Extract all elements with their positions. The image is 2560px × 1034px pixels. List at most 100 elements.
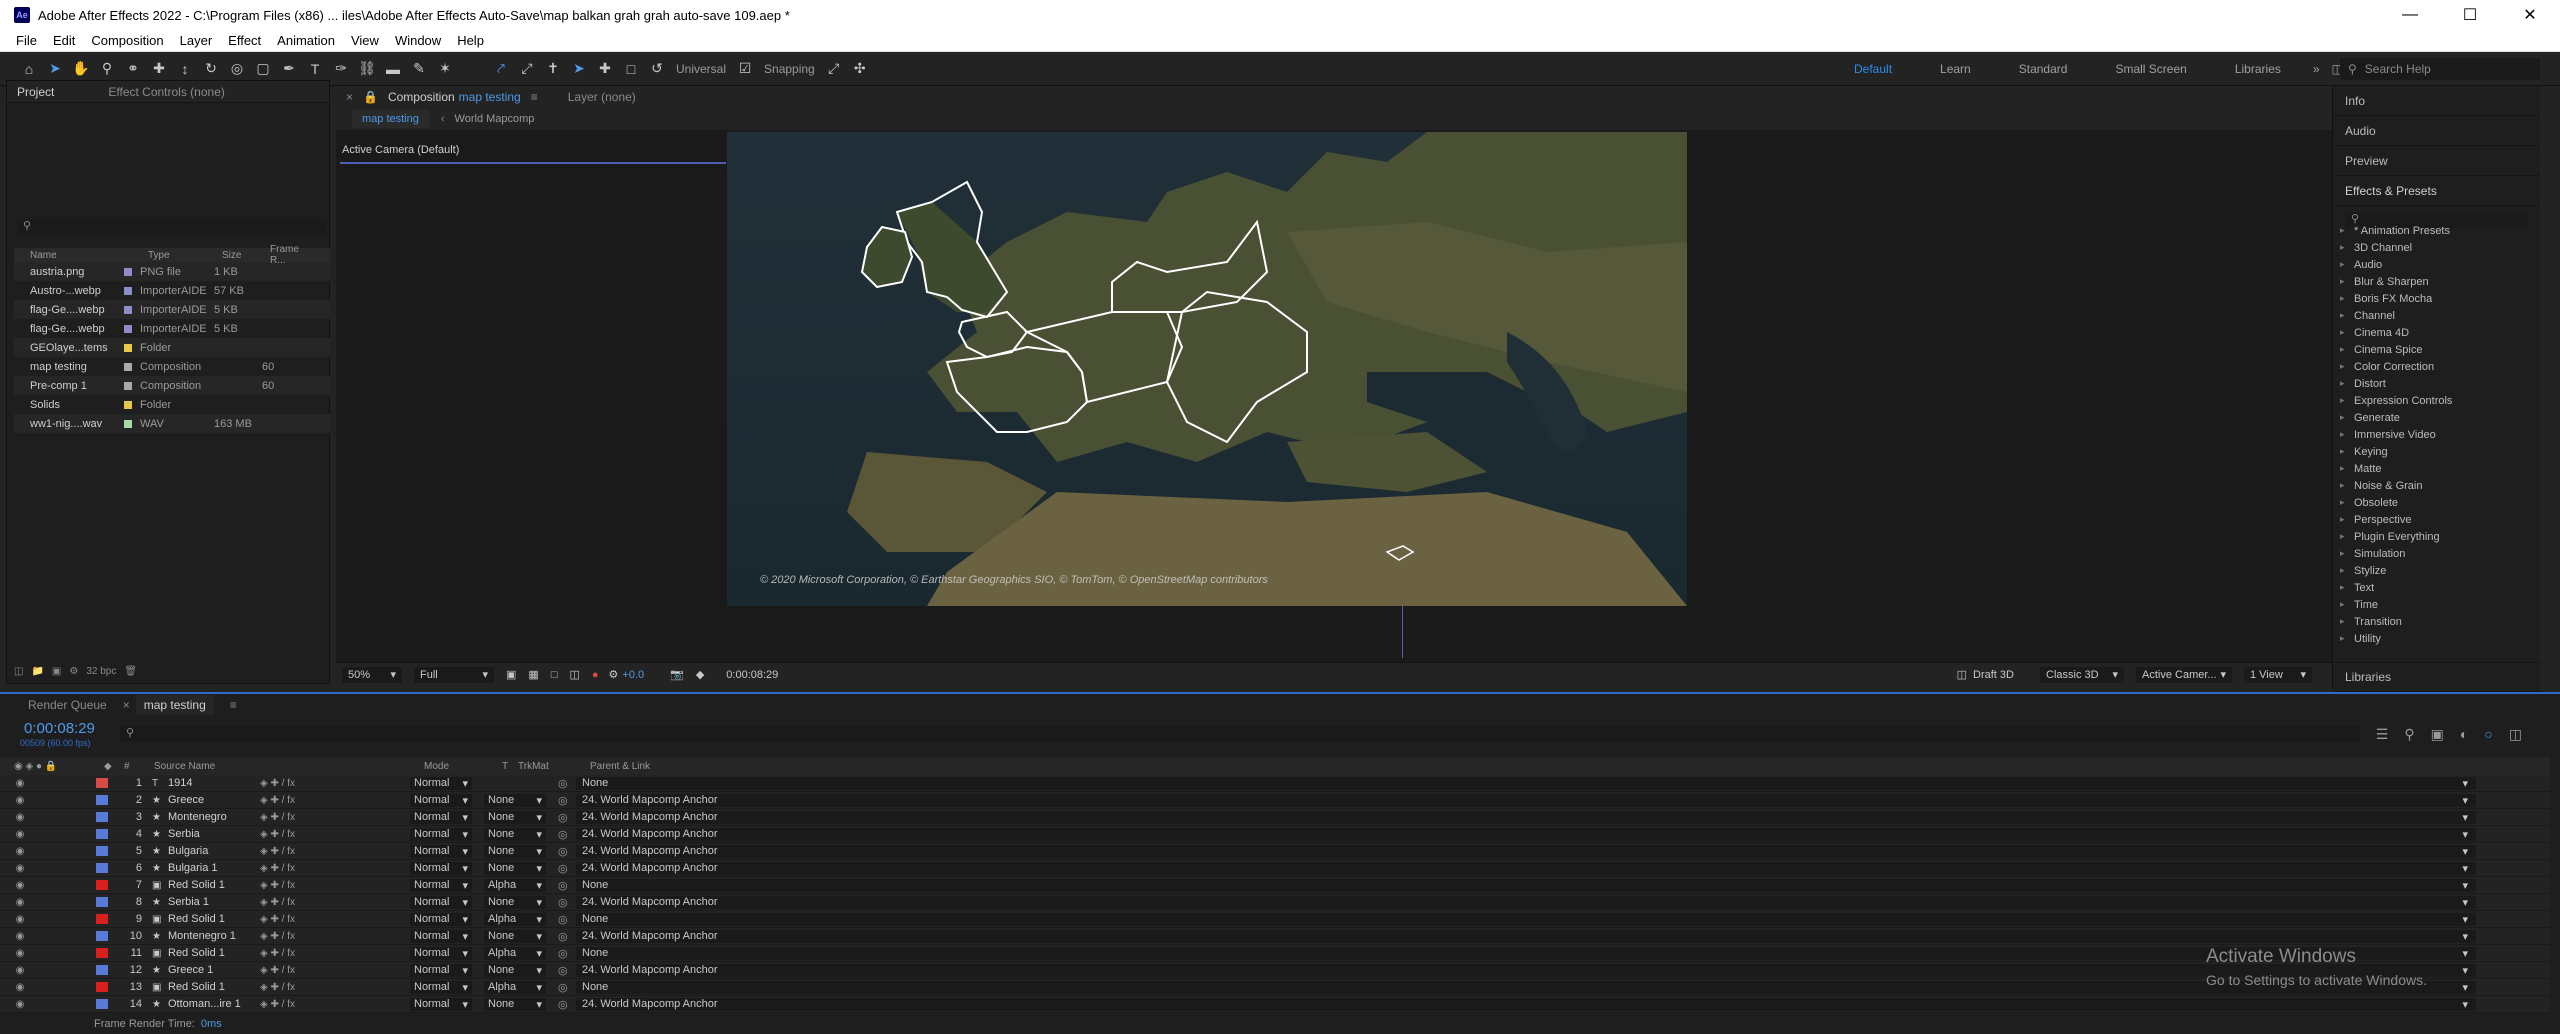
viewer-timecode[interactable]: 0:00:08:29 (726, 669, 778, 681)
mask-visibility-icon[interactable]: □ (551, 669, 558, 681)
layer-row[interactable]: ◉ 4 ★ Serbia ◈ ✚ / fx Normal ▾ None ▾ ◎ 24. World … (0, 826, 2550, 843)
label-color-swatch[interactable] (124, 419, 132, 428)
effects-category[interactable]: ▸ Immersive Video (2340, 426, 2540, 443)
layer-source-name[interactable]: Red Solid 1 (168, 981, 260, 993)
effects-category[interactable]: ▸ * Animation Presets (2340, 222, 2540, 239)
new-composition-icon[interactable]: ▣ (52, 666, 61, 677)
snapping-checkbox-icon[interactable]: ☑ (734, 58, 756, 80)
tab-composition-name[interactable]: map testing (459, 90, 521, 104)
menu-file[interactable]: File (16, 33, 37, 48)
menu-window[interactable]: Window (395, 33, 441, 48)
effects-category[interactable]: ▸ Obsolete (2340, 494, 2540, 511)
pick-whip-icon[interactable]: ◎ (558, 777, 576, 790)
layer-label-color[interactable] (96, 999, 108, 1009)
effects-category[interactable]: ▸ Expression Controls (2340, 392, 2540, 409)
visibility-eye-icon[interactable]: ◉ (12, 914, 28, 925)
dolly-camera-icon[interactable]: ↕ (174, 58, 196, 80)
parent-link-select[interactable]: 24. World Mapcomp Anchor ▾ (576, 810, 2476, 824)
visibility-eye-icon[interactable]: ◉ (12, 795, 28, 806)
pick-whip-icon[interactable]: ◎ (558, 981, 576, 994)
snapshot-icon[interactable]: 📷 (670, 668, 684, 681)
view-axis-mode-icon[interactable]: ✝ (542, 58, 564, 80)
audio-panel[interactable]: Audio (2333, 116, 2540, 146)
libraries-panel[interactable]: Libraries (2333, 662, 2541, 692)
col-frame-rate[interactable]: Frame R... (270, 244, 310, 266)
maximize-button[interactable]: ☐ (2440, 0, 2500, 30)
parent-link-select[interactable]: None ▾ (576, 980, 2476, 994)
layer-switches-icon[interactable]: ◈ ✚ / fx (260, 914, 410, 925)
track-matte-select[interactable]: None ▾ (484, 929, 546, 943)
renderer-select[interactable]: Classic 3D ▾ (2040, 666, 2124, 683)
project-item-row[interactable]: GEOlaye...tems Folder (14, 338, 330, 357)
blend-mode-select[interactable]: Normal ▾ (410, 793, 472, 807)
layer-row[interactable]: ◉ 2 ★ Greece ◈ ✚ / fx Normal ▾ None ▾ ◎ 24. World … (0, 792, 2550, 809)
parent-link-select[interactable]: 24. World Mapcomp Anchor ▾ (576, 793, 2476, 807)
tab-layer[interactable]: Layer (none) (568, 90, 636, 104)
visibility-eye-icon[interactable]: ◉ (12, 999, 28, 1010)
workspace-learn[interactable]: Learn (1940, 62, 1971, 76)
brush-tool-icon[interactable]: ✑ (330, 58, 352, 80)
blend-mode-select[interactable]: Normal ▾ (410, 861, 472, 875)
show-snapshot-icon[interactable]: ◆ (696, 668, 704, 681)
layer-label-color[interactable] (96, 880, 108, 890)
menu-edit[interactable]: Edit (53, 33, 75, 48)
project-item-row[interactable]: map testing Composition 60 (14, 357, 330, 376)
rotation-tool-icon[interactable]: ↻ (200, 58, 222, 80)
exposure-icon[interactable]: ⚙ (609, 668, 619, 681)
project-item-row[interactable]: Austro-...webp ImporterAIDE 57 KB (14, 281, 330, 300)
delete-icon[interactable]: 🗑 (124, 666, 137, 677)
camera-select[interactable]: Active Camer... ▾ (2136, 666, 2232, 683)
effects-category[interactable]: ▸ Plugin Everything (2340, 528, 2540, 545)
layer-switches-icon[interactable]: ◈ ✚ / fx (260, 965, 410, 976)
col-trkmat[interactable]: TrkMat (518, 761, 590, 772)
color-channels-icon[interactable]: ● (592, 669, 599, 681)
layer-source-name[interactable]: Red Solid 1 (168, 913, 260, 925)
pick-whip-icon[interactable]: ◎ (558, 998, 576, 1011)
orbit-camera-icon[interactable]: ⚭ (122, 58, 144, 80)
effects-category[interactable]: ▸ Cinema 4D (2340, 324, 2540, 341)
tab-effect-controls[interactable]: Effect Controls (none) (108, 85, 225, 99)
snap-edge-icon[interactable]: ⤢ (823, 58, 845, 80)
effects-presets-title[interactable]: Effects & Presets (2333, 176, 2540, 206)
label-color-swatch[interactable] (124, 286, 132, 295)
track-matte-select[interactable]: None ▾ (484, 963, 546, 977)
track-matte-select[interactable] (484, 777, 546, 790)
effects-category[interactable]: ▸ Keying (2340, 443, 2540, 460)
pick-whip-icon[interactable]: ◎ (558, 794, 576, 807)
layer-switches-icon[interactable]: ◈ ✚ / fx (260, 999, 410, 1010)
blend-mode-select[interactable]: Normal ▾ (410, 946, 472, 960)
snap-point-icon[interactable]: ✣ (849, 58, 871, 80)
parent-link-select[interactable]: 24. World Mapcomp Anchor ▾ (576, 827, 2476, 841)
layer-label-color[interactable] (96, 778, 108, 788)
workspace-default[interactable]: Default (1854, 62, 1892, 76)
parent-link-select[interactable]: 24. World Mapcomp Anchor ▾ (576, 861, 2476, 875)
draft-3d-icon[interactable]: ◫ (1957, 668, 1967, 681)
project-item-row[interactable]: ww1-nig....wav WAV 163 MB (14, 414, 330, 433)
layer-switches-icon[interactable]: ◈ ✚ / fx (260, 863, 410, 874)
blend-mode-select[interactable]: Normal ▾ (410, 878, 472, 892)
tab-render-queue[interactable]: Render Queue (28, 698, 107, 712)
timeline-timecode[interactable]: 0:00:08:29 (24, 720, 95, 737)
effects-category[interactable]: ▸ Matte (2340, 460, 2540, 477)
label-color-swatch[interactable] (124, 324, 132, 333)
preview-panel[interactable]: Preview (2333, 146, 2540, 176)
menu-animation[interactable]: Animation (277, 33, 335, 48)
col-source-name[interactable]: Source Name (154, 761, 424, 772)
parent-link-select[interactable]: 24. World Mapcomp Anchor ▾ (576, 963, 2476, 977)
layer-source-name[interactable]: Bulgaria 1 (168, 862, 260, 874)
minimize-button[interactable]: — (2380, 0, 2440, 30)
menu-layer[interactable]: Layer (180, 33, 213, 48)
layer-row[interactable]: ◉ 13 ▣ Red Solid 1 ◈ ✚ / fx Normal ▾ Alpha ▾ ◎ Non… (0, 979, 2550, 996)
effects-category[interactable]: ▸ Text (2340, 579, 2540, 596)
pick-whip-icon[interactable]: ◎ (558, 845, 576, 858)
zoom-select[interactable]: 50% ▾ (342, 666, 402, 683)
visibility-eye-icon[interactable]: ◉ (12, 846, 28, 857)
subtab-world-mapcomp[interactable]: World Mapcomp (455, 113, 535, 125)
close-icon[interactable]: × (123, 698, 130, 712)
visibility-eye-icon[interactable]: ◉ (12, 931, 28, 942)
interpret-footage-icon[interactable]: ◫ (14, 666, 23, 677)
workspace-standard[interactable]: Standard (2019, 62, 2068, 76)
search-help-field[interactable]: ⚲ Search Help (2340, 58, 2540, 80)
layer-label-color[interactable] (96, 812, 108, 822)
composition-flowchart-icon[interactable]: ☰ (2376, 726, 2389, 743)
